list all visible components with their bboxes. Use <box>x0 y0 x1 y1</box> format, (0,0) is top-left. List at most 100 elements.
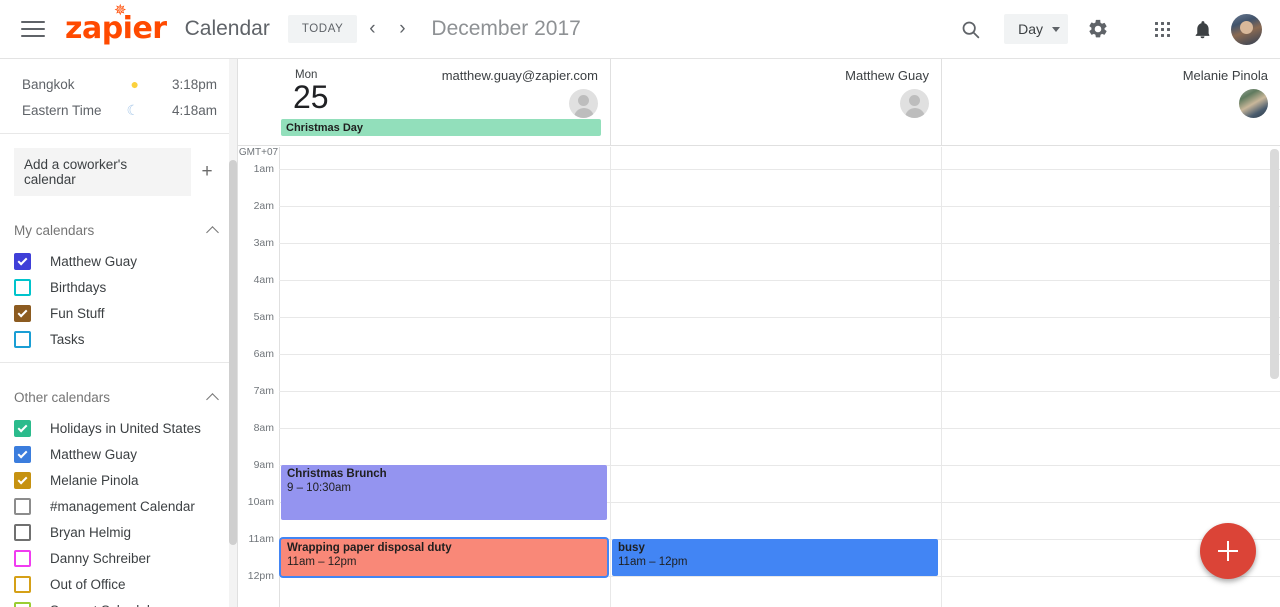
calendar-checkbox[interactable] <box>14 523 31 541</box>
hour-gridline <box>279 576 1280 577</box>
hour-label: 1am <box>253 163 274 175</box>
all-day-event[interactable]: Christmas Day <box>281 119 601 136</box>
timezone-name: Bangkok <box>22 76 75 92</box>
zapier-logo[interactable]: zapier ✵ <box>65 3 167 44</box>
hour-label: 4am <box>253 274 274 286</box>
calendar-area: Mon 25 matthew.guay@zapier.com Christmas Da… <box>238 59 1280 607</box>
top-bar-actions: Day <box>950 9 1280 49</box>
hour-gridline <box>279 280 1280 281</box>
calendar-checkbox[interactable] <box>14 330 31 348</box>
event-title: Christmas Brunch <box>287 468 387 480</box>
event-time: 11am – 12pm <box>618 556 688 569</box>
create-event-button[interactable] <box>1200 523 1256 579</box>
calendar-header: Mon 25 matthew.guay@zapier.com Christmas Da… <box>238 59 1280 146</box>
other-calendar-item[interactable]: Matthew Guay <box>0 441 237 467</box>
calendar-column-header: Melanie Pinola <box>941 59 1280 146</box>
apps-grid-icon[interactable] <box>1142 9 1182 49</box>
hour-gridline <box>279 317 1280 318</box>
plus-icon[interactable]: + <box>191 161 223 183</box>
calendar-event[interactable]: busy 11am – 12pm <box>612 539 938 576</box>
timezone-list: Bangkok ● 3:18pm Eastern Time ☾ 4:18am <box>0 59 237 134</box>
calendar-column-headers: Mon 25 matthew.guay@zapier.com Christmas Da… <box>279 59 1280 146</box>
next-period-button[interactable]: › <box>387 12 417 46</box>
bell-icon[interactable] <box>1182 9 1222 49</box>
other-calendars-title: Other calendars <box>14 389 111 405</box>
other-calendar-item[interactable]: Bryan Helmig <box>0 519 237 545</box>
sidebar-scrollbar-thumb[interactable] <box>229 160 237 545</box>
calendar-name: Melanie Pinola <box>50 472 139 488</box>
other-calendar-item[interactable]: #management Calendar <box>0 493 237 519</box>
hour-label: 11am <box>248 533 275 545</box>
sidebar: Bangkok ● 3:18pm Eastern Time ☾ 4:18am A… <box>0 59 238 607</box>
hour-gridline <box>279 206 1280 207</box>
sun-icon: ● <box>130 76 139 92</box>
page-title: Calendar <box>184 17 270 40</box>
calendar-checkbox[interactable] <box>14 575 31 593</box>
my-calendar-item[interactable]: Fun Stuff <box>0 300 237 326</box>
calendar-column-header: Mon 25 matthew.guay@zapier.com Christmas Da… <box>279 59 610 146</box>
other-calendar-item[interactable]: Holidays in United States <box>0 415 237 441</box>
today-button[interactable]: TODAY <box>287 15 358 43</box>
hour-label: 3am <box>253 237 274 249</box>
search-icon[interactable] <box>950 9 990 49</box>
hamburger-icon[interactable] <box>21 17 45 41</box>
event-time: 11am – 12pm <box>287 556 357 569</box>
current-period-label: December 2017 <box>431 17 581 40</box>
calendar-name: Tasks <box>50 331 85 347</box>
gutter-divider <box>279 147 280 607</box>
hour-label: 6am <box>253 348 274 360</box>
previous-period-button[interactable]: ‹ <box>357 12 387 46</box>
view-mode-select[interactable]: Day <box>1004 14 1068 44</box>
avatar[interactable] <box>1239 89 1268 118</box>
calendar-name: Matthew Guay <box>50 446 138 462</box>
calendar-event[interactable]: Wrapping paper disposal duty 11am – 12pm <box>281 539 607 576</box>
hour-label: 8am <box>253 422 274 434</box>
avatar-body <box>573 108 594 118</box>
calendar-checkbox[interactable] <box>14 445 31 463</box>
calendar-checkbox[interactable] <box>14 278 31 296</box>
gear-icon[interactable] <box>1078 9 1118 49</box>
calendar-checkbox[interactable] <box>14 304 31 322</box>
chevron-up-icon <box>206 392 219 406</box>
avatar[interactable] <box>1231 13 1262 45</box>
other-calendar-item[interactable]: Melanie Pinola <box>0 467 237 493</box>
my-calendar-item[interactable]: Tasks <box>0 326 237 352</box>
hour-label: 12pm <box>247 570 274 582</box>
calendar-grid: 1am 2am 3am 4am 5am 6am 7am 8am 9am 10am 11am 12pm 1… <box>238 147 1280 607</box>
other-calendars-list: Holidays in United States Matthew Guay Mel… <box>0 415 237 607</box>
hour-gridline <box>279 169 1280 170</box>
calendar-checkbox[interactable] <box>14 471 31 489</box>
calendar-checkbox[interactable] <box>14 601 31 607</box>
add-coworker-calendar-input[interactable]: Add a coworker's calendar <box>14 148 191 196</box>
other-calendars-header[interactable]: Other calendars <box>0 379 237 415</box>
calendar-grid-scroll[interactable]: 1am 2am 3am 4am 5am 6am 7am 8am 9am 10am 11am 12pm 1… <box>238 147 1280 607</box>
top-app-bar: zapier ✵ Calendar TODAY ‹ › December 201… <box>0 0 1280 59</box>
calendar-checkbox[interactable] <box>14 252 31 270</box>
moon-icon: ☾ <box>126 102 139 118</box>
calendar-scrollbar-thumb[interactable] <box>1270 149 1279 379</box>
avatar-head <box>578 95 589 106</box>
day-number[interactable]: 25 <box>293 81 329 113</box>
other-calendar-item[interactable]: Danny Schreiber <box>0 545 237 571</box>
avatar[interactable] <box>569 89 598 118</box>
my-calendars-header[interactable]: My calendars <box>0 212 237 248</box>
hour-label: 5am <box>253 311 274 323</box>
hour-gridline <box>279 354 1280 355</box>
column-divider-2 <box>941 147 942 607</box>
my-calendars-list: Matthew Guay Birthdays Fun Stuff Tasks <box>0 248 237 352</box>
my-calendar-item[interactable]: Matthew Guay <box>0 248 237 274</box>
sidebar-divider <box>0 362 237 363</box>
my-calendars-title: My calendars <box>14 222 95 238</box>
avatar-body <box>904 108 925 118</box>
calendar-checkbox[interactable] <box>14 549 31 567</box>
calendar-event[interactable]: Christmas Brunch 9 – 10:30am <box>281 465 607 520</box>
my-calendar-item[interactable]: Birthdays <box>0 274 237 300</box>
other-calendar-item[interactable]: Out of Office <box>0 571 237 597</box>
calendar-checkbox[interactable] <box>14 419 31 437</box>
calendar-checkbox[interactable] <box>14 497 31 515</box>
column-owner-label: matthew.guay@zapier.com <box>441 68 598 83</box>
other-calendar-item[interactable]: Support Schedule <box>0 597 237 607</box>
avatar[interactable] <box>900 89 929 118</box>
calendar-name: Birthdays <box>50 279 107 295</box>
event-title: Wrapping paper disposal duty <box>287 542 452 554</box>
